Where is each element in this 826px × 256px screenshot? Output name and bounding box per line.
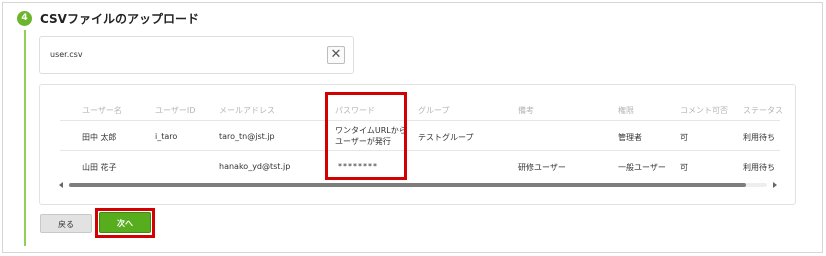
table-row: 田中 太郎 i_taro taro_tn@jst.jp ワンタイムURLから ユ… xyxy=(60,120,780,150)
cell-email: taro_tn@jst.jp xyxy=(219,132,275,141)
cell-password-line-1: ワンタイムURLから xyxy=(335,126,407,135)
column-header-password: パスワード xyxy=(335,106,375,115)
cell-role: 一般ユーザー xyxy=(618,163,666,172)
cell-status: 利用待ち xyxy=(743,133,775,142)
close-icon: ✕ xyxy=(330,47,342,62)
file-name: user.csv xyxy=(50,50,83,59)
clear-file-button[interactable]: ✕ xyxy=(327,46,345,64)
step-title: CSVファイルのアップロード xyxy=(40,12,199,26)
scroll-track[interactable] xyxy=(69,183,767,187)
column-header-user-name: ユーザー名 xyxy=(82,106,122,115)
back-button[interactable]: 戻る xyxy=(40,214,92,233)
step-number-badge: 4 xyxy=(17,11,32,26)
column-header-email: メールアドレス xyxy=(219,106,275,115)
column-header-role: 権限 xyxy=(618,106,634,115)
column-header-user-id: ユーザーID xyxy=(155,106,196,115)
scroll-right-arrow-icon[interactable] xyxy=(773,182,777,188)
cell-user-id: i_taro xyxy=(155,132,178,141)
column-header-status: ステータス xyxy=(743,106,783,115)
step-progress-line xyxy=(24,30,26,246)
cell-note: 研修ユーザー xyxy=(518,163,566,172)
column-header-note: 備考 xyxy=(518,106,534,115)
cell-password: ******** xyxy=(338,162,378,171)
cell-comment: 可 xyxy=(680,163,688,172)
cell-group: テストグループ xyxy=(418,133,474,142)
scroll-left-arrow-icon[interactable] xyxy=(59,182,63,188)
cell-user-name: 山田 花子 xyxy=(82,163,117,172)
cell-status: 利用待ち xyxy=(743,163,775,172)
csv-preview-table: ユーザー名 ユーザーID メールアドレス パスワード グループ 備考 権限 コメ… xyxy=(39,84,796,205)
horizontal-scrollbar[interactable] xyxy=(57,181,779,190)
cell-email: hanako_yd@tst.jp xyxy=(219,162,291,171)
uploaded-file-box: user.csv ✕ xyxy=(39,36,354,74)
scroll-thumb[interactable] xyxy=(69,183,747,187)
column-header-comment: コメント可否 xyxy=(680,106,728,115)
cell-password: ワンタイムURLから ユーザーが発行 xyxy=(335,125,407,147)
cell-role: 管理者 xyxy=(618,133,642,142)
next-button[interactable]: 次へ xyxy=(99,212,151,233)
column-header-group: グループ xyxy=(418,106,450,115)
cell-comment: 可 xyxy=(680,133,688,142)
cell-password-line-2: ユーザーが発行 xyxy=(335,137,391,146)
table-header-row: ユーザー名 ユーザーID メールアドレス パスワード グループ 備考 権限 コメ… xyxy=(60,100,783,120)
table-row: 山田 花子 hanako_yd@tst.jp ******** 研修ユーザー 一… xyxy=(60,150,780,180)
cell-user-name: 田中 太郎 xyxy=(82,133,117,142)
